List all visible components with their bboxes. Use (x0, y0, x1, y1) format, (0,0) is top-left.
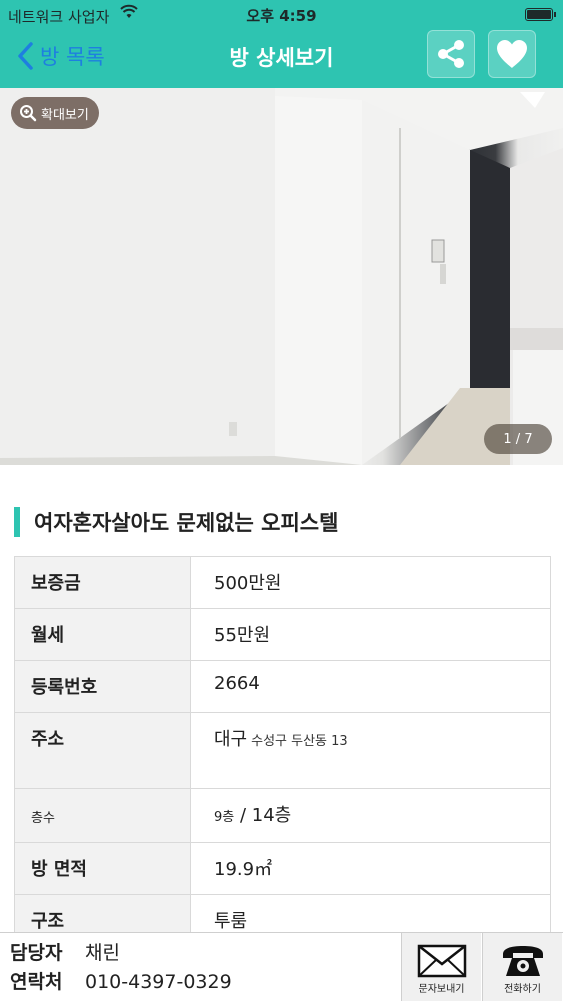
room-photo[interactable] (0, 88, 563, 465)
deposit-label: 보증금 (14, 556, 191, 609)
sms-label: 문자보내기 (418, 984, 465, 995)
registration-number-label: 등록번호 (14, 660, 191, 713)
heart-icon (497, 40, 527, 68)
photo-counter: 1 / 7 (484, 424, 552, 454)
status-bar: 네트워크 사업자 오후 4:59 (0, 0, 563, 30)
contact-info: 담당자 채린 연락처 010-4397-0329 (10, 939, 232, 997)
table-row: 주소 대구 수성구 두산동 13 (14, 712, 551, 789)
table-row: 월세 55만원 (14, 608, 551, 661)
favorite-button[interactable] (488, 30, 536, 78)
address-city: 대구 (214, 729, 248, 750)
clock: 오후 4:59 (246, 7, 317, 25)
telephone-icon (502, 946, 543, 976)
listing-title-text: 여자혼자살아도 문제없는 오피스텔 (34, 511, 339, 535)
floor-label: 층수 (14, 788, 191, 843)
zoom-label: 확대보기 (41, 107, 89, 123)
monthly-rent-value: 55만원 (190, 608, 551, 661)
send-sms-button[interactable]: 문자보내기 (401, 933, 481, 1001)
address-value: 대구 수성구 두산동 13 (190, 712, 551, 789)
top-bar: 네트워크 사업자 오후 4:59 방 목록 방 상세보기 (0, 0, 563, 88)
address-label: 주소 (14, 712, 191, 789)
share-icon (438, 40, 464, 68)
page-title: 방 상세보기 (229, 46, 334, 70)
table-row: 방 면적 19.9㎡ (14, 842, 551, 895)
call-button[interactable]: 전화하기 (482, 933, 562, 1001)
room-area-value: 19.9㎡ (190, 842, 551, 895)
details-table: 보증금 500만원 월세 55만원 등록번호 2664 주소 대구 수성구 두산동… (14, 556, 551, 947)
contact-bar: 담당자 채린 연락처 010-4397-0329 문자보내기 전화하기 (0, 932, 563, 1001)
floor-total: / 14층 (239, 805, 292, 826)
phone-number[interactable]: 010-4397-0329 (85, 971, 232, 993)
room-photo-illustration (0, 88, 563, 465)
deposit-value: 500만원 (190, 556, 551, 609)
envelope-icon (417, 944, 466, 978)
title-accent-bar (14, 507, 20, 537)
phone-label: 연락처 (10, 971, 63, 993)
address-detail: 수성구 두산동 13 (251, 734, 348, 749)
room-area-label: 방 면적 (14, 842, 191, 895)
manager-name: 채린 (85, 942, 120, 964)
table-row: 등록번호 2664 (14, 660, 551, 713)
call-label: 전화하기 (504, 984, 541, 995)
zoom-in-icon (20, 105, 37, 122)
monthly-rent-label: 월세 (14, 608, 191, 661)
listing-title: 여자혼자살아도 문제없는 오피스텔 (14, 506, 338, 538)
table-row: 보증금 500만원 (14, 556, 551, 609)
table-row: 층수 9층 / 14층 (14, 788, 551, 843)
share-button[interactable] (427, 30, 475, 78)
floor-current: 9층 (214, 810, 235, 825)
manager-label: 담당자 (10, 942, 63, 964)
zoom-button[interactable]: 확대보기 (11, 97, 99, 129)
registration-number-value: 2664 (190, 660, 551, 713)
floor-value: 9층 / 14층 (190, 788, 551, 843)
battery-icon (525, 8, 556, 21)
